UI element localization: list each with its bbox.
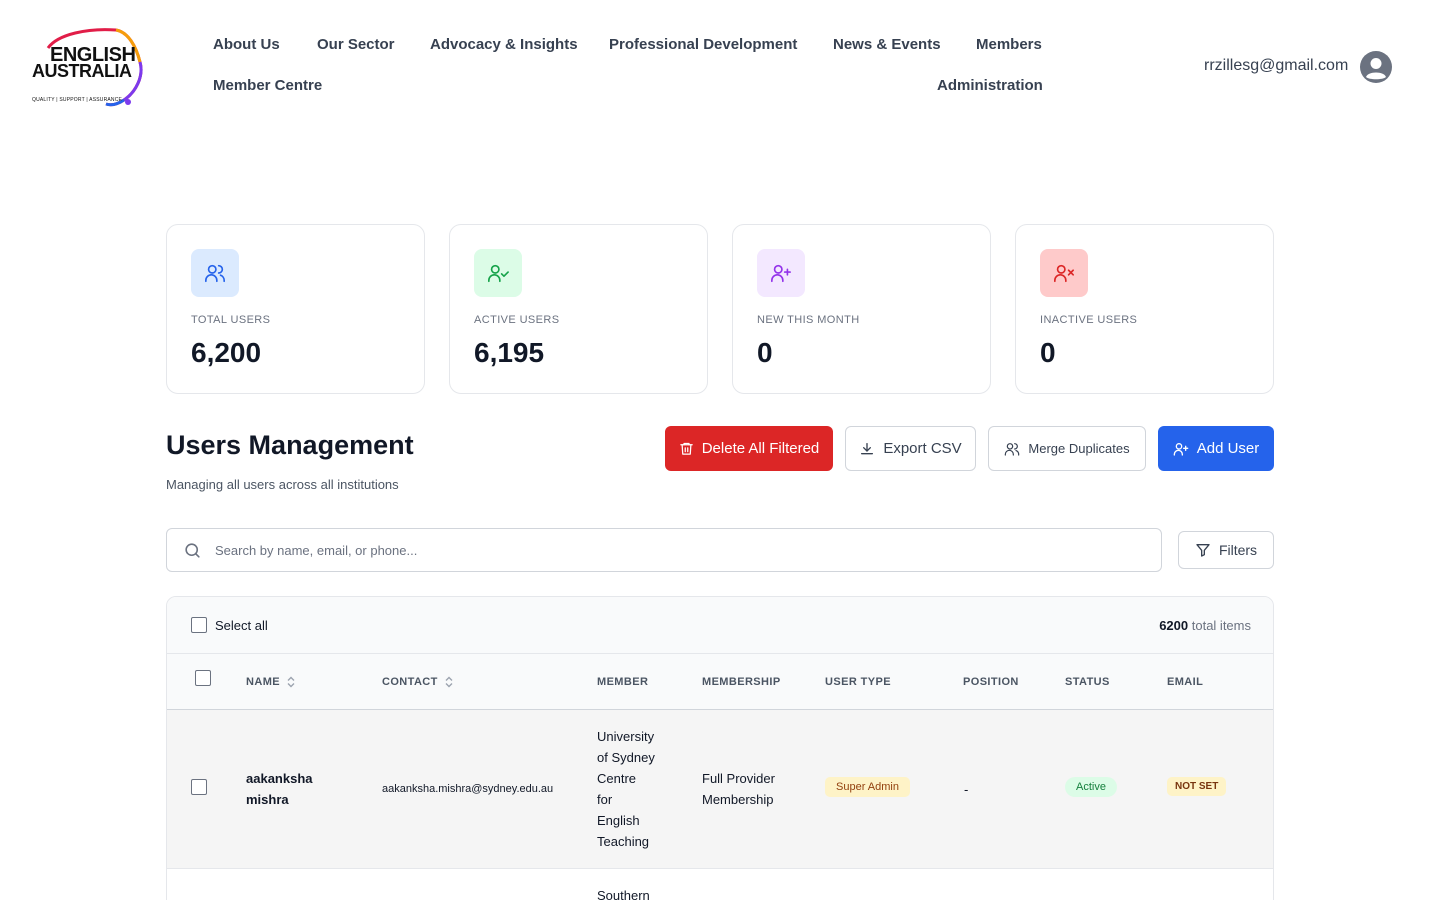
- member-line: for: [597, 792, 613, 807]
- merge-duplicates-label: Merge Duplicates: [1028, 441, 1130, 456]
- column-contact-label: CONTACT: [382, 676, 438, 688]
- stat-card-total-users: TOTAL USERS 6,200: [166, 224, 425, 394]
- download-icon: [861, 442, 874, 454]
- total-items-count: 6200 total items: [1159, 618, 1251, 633]
- column-header-member: MEMBER: [597, 676, 648, 688]
- filters-label: Filters: [1218, 542, 1258, 558]
- column-name-label: NAME: [246, 676, 280, 688]
- export-csv-label: Export CSV: [883, 440, 962, 457]
- total-count-value: 6200: [1159, 618, 1189, 633]
- user-plus-icon: [1173, 442, 1189, 456]
- total-items-suffix: total items: [1191, 618, 1251, 633]
- row-checkbox[interactable]: [191, 779, 207, 795]
- user-type-badge: Super Admin: [825, 777, 910, 797]
- stat-card-active-users: ACTIVE USERS 6,195: [449, 224, 708, 394]
- column-email-label: EMAIL: [1167, 676, 1204, 688]
- user-email[interactable]: rrzillesg@gmail.com: [1204, 57, 1348, 75]
- user-member-institution: Southern: [597, 885, 650, 900]
- user-member-institution: University of Sydney Centre for English …: [597, 726, 655, 852]
- stat-label: NEW THIS MONTH: [757, 314, 860, 326]
- users-icon: [191, 249, 239, 297]
- column-membership-label: MEMBERSHIP: [702, 676, 781, 688]
- add-user-label: Add User: [1196, 440, 1260, 457]
- user-position: -: [964, 782, 969, 797]
- column-header-email: EMAIL: [1167, 676, 1203, 688]
- table-row[interactable]: aakanksha mishra aakanksha.mishra@sydney…: [167, 710, 1273, 869]
- stat-value: 0: [757, 337, 773, 368]
- member-line: Teaching: [597, 834, 650, 849]
- export-csv-button[interactable]: Export CSV: [845, 426, 976, 471]
- user-name-last: mishra: [246, 792, 289, 807]
- stat-label: ACTIVE USERS: [474, 314, 560, 326]
- user-contact-email: aakanksha.mishra@sydney.edu.au: [382, 783, 554, 795]
- select-all-checkbox[interactable]: [191, 617, 207, 633]
- search-input[interactable]: [215, 529, 1135, 571]
- nav-news-events[interactable]: News & Events: [833, 36, 941, 53]
- nav-administration[interactable]: Administration: [937, 77, 1043, 94]
- membership-line: Full Provider: [702, 771, 775, 786]
- logo-wordmark-australia: AUSTRALIA: [32, 61, 132, 81]
- table-toolbar: Select all 6200 total items: [167, 597, 1273, 654]
- sort-icon: [287, 676, 295, 688]
- stat-label: TOTAL USERS: [191, 314, 271, 326]
- nav-our-sector[interactable]: Our Sector: [317, 36, 395, 53]
- user-name-first: aakanksha: [246, 771, 313, 786]
- nav-advocacy-insights[interactable]: Advocacy & Insights: [430, 36, 578, 53]
- page-title: Users Management: [166, 430, 414, 460]
- select-all-label[interactable]: Select all: [215, 618, 268, 633]
- user-x-icon: [1040, 249, 1088, 297]
- sort-icon: [445, 676, 453, 688]
- column-user-type-label: USER TYPE: [825, 676, 891, 688]
- stat-card-inactive-users: INACTIVE USERS 0: [1015, 224, 1274, 394]
- column-header-status: STATUS: [1065, 676, 1110, 688]
- column-header-position: POSITION: [963, 676, 1019, 688]
- column-member-label: MEMBER: [597, 676, 649, 688]
- member-line: Southern: [597, 888, 650, 900]
- trash-icon: [679, 442, 693, 455]
- merge-duplicates-button[interactable]: Merge Duplicates: [988, 426, 1146, 471]
- add-user-button[interactable]: Add User: [1158, 426, 1274, 471]
- member-line: English: [597, 813, 640, 828]
- users-icon: [1005, 442, 1020, 456]
- status-badge: Active: [1065, 777, 1117, 797]
- stat-card-new-this-month: NEW THIS MONTH 0: [732, 224, 991, 394]
- delete-all-filtered-label: Delete All Filtered: [701, 440, 820, 457]
- filter-icon: [1196, 544, 1210, 557]
- member-line: Centre: [597, 771, 637, 786]
- email-status-badge: NOT SET: [1167, 777, 1227, 796]
- nav-about-us[interactable]: About Us: [213, 36, 280, 53]
- nav-professional-development[interactable]: Professional Development: [609, 36, 797, 53]
- page-subtitle: Managing all users across all institutio…: [166, 477, 399, 492]
- search-bar: [166, 528, 1162, 572]
- membership-line: Membership: [702, 792, 774, 807]
- table-header: NAME CONTACT MEMBER MEMBERSHIP USER TYPE…: [167, 654, 1273, 710]
- stat-label: INACTIVE USERS: [1040, 314, 1138, 326]
- column-position-label: POSITION: [963, 676, 1019, 688]
- user-name[interactable]: aakanksha mishra: [246, 768, 313, 810]
- header-checkbox[interactable]: [195, 670, 211, 686]
- column-status-label: STATUS: [1065, 676, 1110, 688]
- stat-value: 6,200: [191, 337, 262, 368]
- logo-tagline: QUALITY | SUPPORT | ASSURANCE: [32, 97, 123, 103]
- column-header-name[interactable]: NAME: [246, 676, 296, 688]
- user-avatar-icon[interactable]: [1360, 51, 1392, 83]
- column-header-membership: MEMBERSHIP: [702, 676, 781, 688]
- nav-member-centre[interactable]: Member Centre: [213, 77, 322, 94]
- table-row[interactable]: Southern: [167, 869, 1273, 900]
- search-icon: [185, 543, 200, 558]
- filters-button[interactable]: Filters: [1178, 531, 1274, 569]
- column-header-user-type: USER TYPE: [825, 676, 891, 688]
- stat-value: 6,195: [474, 337, 545, 368]
- user-plus-icon: [757, 249, 805, 297]
- users-table: Select all 6200 total items NAME CONTACT…: [166, 596, 1274, 900]
- english-australia-logo[interactable]: ENGLISH AUSTRALIA QUALITY | SUPPORT | AS…: [28, 26, 146, 110]
- user-membership: Full Provider Membership: [702, 768, 775, 810]
- member-line: of Sydney: [597, 750, 655, 765]
- nav-members[interactable]: Members: [976, 36, 1042, 53]
- user-check-icon: [474, 249, 522, 297]
- delete-all-filtered-button[interactable]: Delete All Filtered: [665, 426, 833, 471]
- member-line: University: [597, 729, 655, 744]
- column-header-contact[interactable]: CONTACT: [382, 676, 454, 688]
- stat-value: 0: [1040, 337, 1056, 368]
